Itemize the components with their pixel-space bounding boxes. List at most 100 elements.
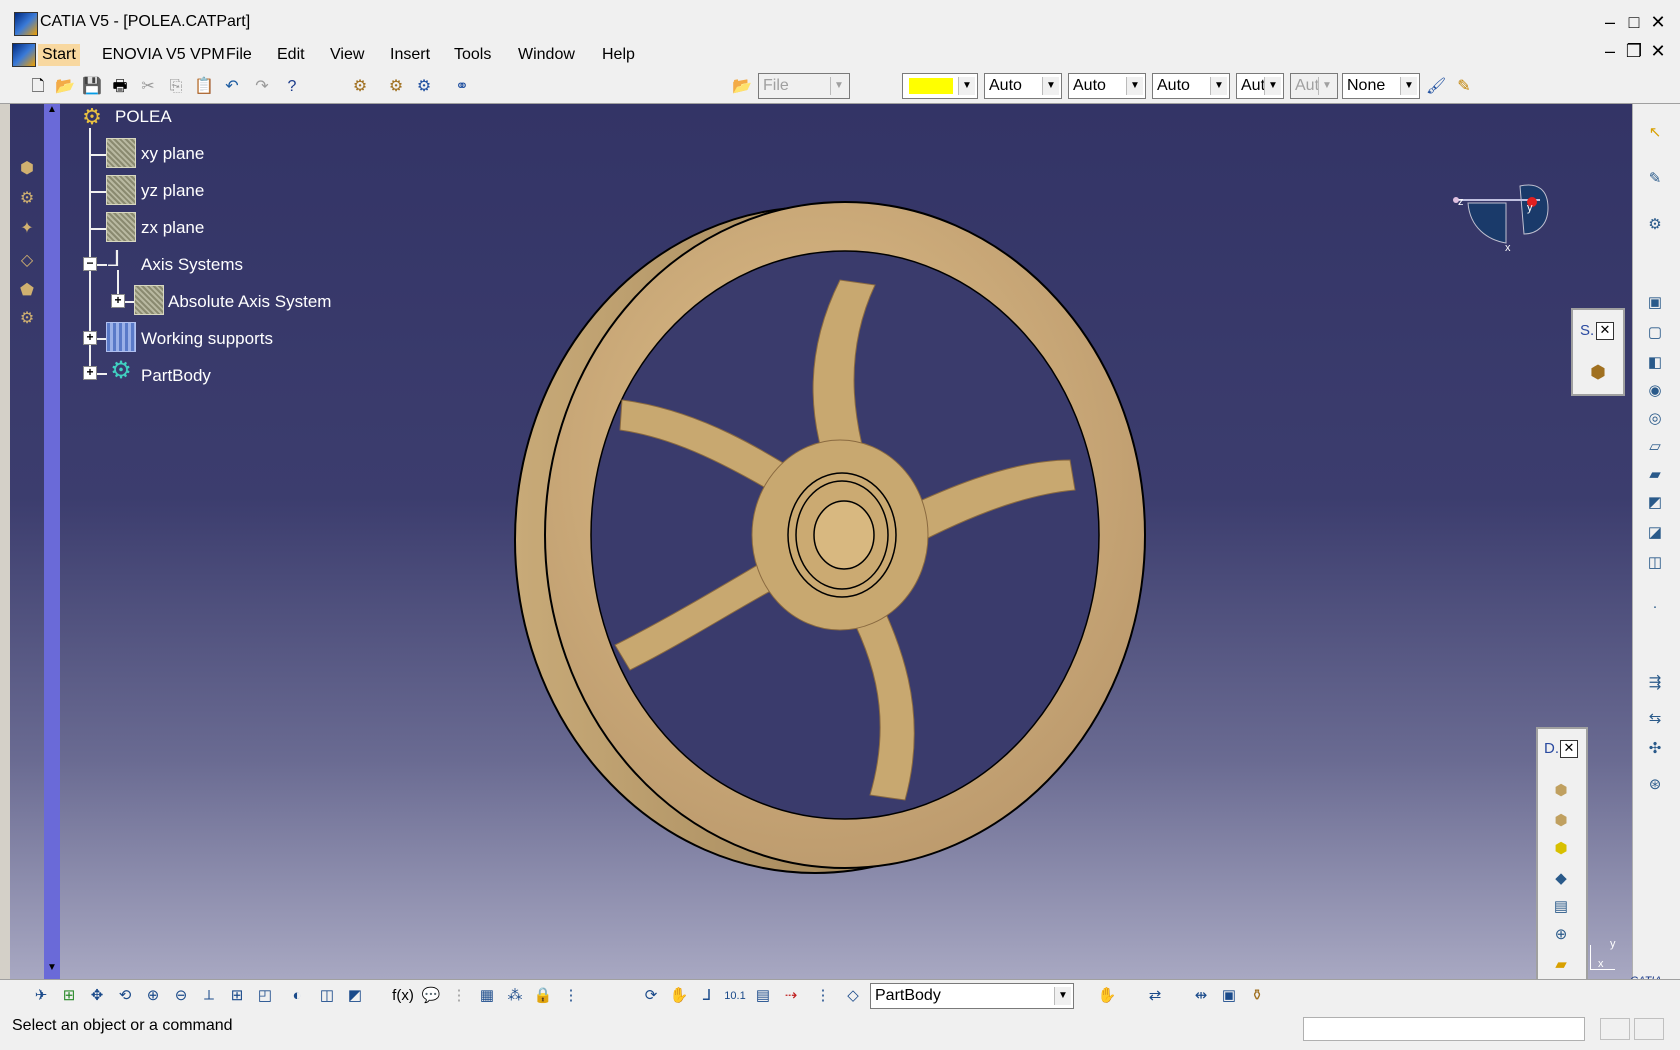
disabled-tool-icon[interactable]: ⋮: [448, 985, 470, 1007]
current-body-combo[interactable]: PartBody ▼: [870, 983, 1074, 1009]
tree-item-zx-plane[interactable]: zx plane: [141, 218, 204, 238]
layer-aut-combo[interactable]: Aut ▼: [1290, 73, 1338, 99]
stiffener-icon[interactable]: ◩: [1644, 492, 1666, 514]
chamfer-icon[interactable]: ⬢: [1550, 810, 1572, 832]
sketch-tool-icon[interactable]: ✎: [1644, 168, 1666, 190]
multi-view-icon[interactable]: ⊞: [226, 985, 248, 1007]
iso-view-icon[interactable]: ◰: [254, 985, 276, 1007]
remove-face-icon[interactable]: ▰: [1550, 954, 1572, 976]
menu-view[interactable]: View: [326, 44, 368, 66]
assembly-icon[interactable]: ⬟: [16, 280, 38, 302]
part-body-icon[interactable]: ⚙: [106, 356, 136, 386]
layer-combo[interactable]: None ▼: [1342, 73, 1420, 99]
hand-icon[interactable]: ✋: [668, 985, 690, 1007]
remove-loft-icon[interactable]: ◫: [1644, 552, 1666, 574]
constraint-icon[interactable]: ⇢: [780, 985, 802, 1007]
transparency-combo[interactable]: Auto ▼: [984, 73, 1062, 99]
pocket-icon[interactable]: ▢: [1644, 322, 1666, 344]
loft-icon[interactable]: ◪: [1644, 522, 1666, 544]
hide-show-icon[interactable]: ◫: [316, 985, 338, 1007]
open-icon[interactable]: 📂: [55, 77, 75, 97]
part-root-icon[interactable]: ⚙: [78, 104, 106, 130]
fit-all-icon[interactable]: ⊞: [58, 985, 80, 1007]
normal-view-icon[interactable]: ⟂: [198, 985, 220, 1007]
color-combo[interactable]: ▼: [902, 73, 978, 99]
scale-icon[interactable]: 10.1: [724, 985, 746, 1007]
zoom-in-icon[interactable]: ⊕: [142, 985, 164, 1007]
apply-material-icon[interactable]: ✋: [1096, 985, 1118, 1007]
sketch-analysis-icon[interactable]: ⇄: [1144, 985, 1166, 1007]
expand-icon[interactable]: +: [111, 294, 125, 308]
link-icon[interactable]: ⚭: [452, 77, 472, 97]
transform-icon[interactable]: ⇶: [1644, 672, 1666, 694]
sketch-palette-tool-icon[interactable]: ⬢: [1586, 362, 1610, 386]
doc-minimize-button[interactable]: –: [1598, 40, 1622, 62]
close-icon[interactable]: ✕: [1596, 322, 1614, 340]
whats-this-icon[interactable]: ?: [282, 77, 302, 97]
thread-icon[interactable]: ⊕: [1550, 924, 1572, 946]
shading-icon[interactable]: ◐: [286, 985, 308, 1007]
menu-start[interactable]: Start: [38, 44, 80, 66]
tree-scrollbar[interactable]: [44, 104, 60, 980]
collapse-icon[interactable]: −: [83, 257, 97, 271]
close-button[interactable]: ✕: [1646, 11, 1670, 33]
shaft-icon[interactable]: ◧: [1644, 352, 1666, 374]
doc-close-button[interactable]: ✕: [1646, 40, 1670, 62]
save-icon[interactable]: 💾: [82, 77, 102, 97]
axis-systems-icon[interactable]: ⅃: [108, 246, 138, 276]
thickness-icon[interactable]: ▤: [1550, 896, 1572, 918]
expand-icon[interactable]: +: [83, 331, 97, 345]
axis-system-icon[interactable]: [134, 285, 164, 315]
undo-icon[interactable]: ↶: [222, 77, 242, 97]
hole-icon[interactable]: ◉: [1644, 380, 1666, 402]
measure-inertia-icon[interactable]: ⚱: [1246, 985, 1268, 1007]
lock-icon[interactable]: 🔒: [532, 985, 554, 1007]
tree-item-axis-systems[interactable]: Axis Systems: [141, 255, 243, 275]
settings-gear-icon[interactable]: ⚙: [1644, 214, 1666, 236]
menu-edit[interactable]: Edit: [273, 44, 309, 66]
minimize-button[interactable]: –: [1598, 11, 1622, 33]
menu-file[interactable]: File: [222, 44, 256, 66]
close-icon[interactable]: ✕: [1560, 740, 1578, 758]
rib-icon[interactable]: ▱: [1644, 436, 1666, 458]
copy-icon[interactable]: ⎘: [166, 77, 186, 97]
scroll-down-icon[interactable]: ▼: [44, 962, 60, 978]
settings-icon[interactable]: ⚙: [16, 188, 38, 210]
slot-icon[interactable]: ▰: [1644, 464, 1666, 486]
design-table-icon[interactable]: ▦: [476, 985, 498, 1007]
comment-icon[interactable]: 💬: [420, 985, 442, 1007]
graphic-properties-icon[interactable]: ✎: [1454, 77, 1474, 97]
select-arrow-icon[interactable]: ↖: [1644, 122, 1666, 144]
menu-window[interactable]: Window: [514, 44, 579, 66]
axis-tool-icon[interactable]: ⅃: [696, 985, 718, 1007]
cut-icon[interactable]: ✂: [138, 77, 158, 97]
maximize-button[interactable]: □: [1622, 11, 1646, 33]
mirror-icon[interactable]: ⇆: [1644, 708, 1666, 730]
menu-enovia[interactable]: ENOVIA V5 VPM: [98, 44, 229, 66]
gears-icon[interactable]: ⚙: [16, 308, 38, 330]
scroll-up-icon[interactable]: ▲: [44, 104, 60, 120]
doc-restore-button[interactable]: ❐: [1622, 40, 1646, 62]
pad-icon[interactable]: ▣: [1644, 292, 1666, 314]
tree-root-label[interactable]: POLEA: [115, 107, 172, 127]
compass-icon[interactable]: [1448, 178, 1553, 258]
plane-icon[interactable]: [106, 212, 136, 242]
part-design-icon[interactable]: ⬢: [16, 158, 38, 180]
new-icon[interactable]: 🗋: [28, 77, 48, 97]
measure-item-icon[interactable]: ▣: [1218, 985, 1240, 1007]
working-supports-icon[interactable]: [106, 322, 136, 352]
draft-icon[interactable]: ⬢: [1550, 838, 1572, 860]
status-button-1[interactable]: [1600, 1018, 1630, 1040]
groove-icon[interactable]: ◎: [1644, 408, 1666, 430]
update-icon[interactable]: ⟳: [640, 985, 662, 1007]
zoom-out-icon[interactable]: ⊖: [170, 985, 192, 1007]
catia-app-icon[interactable]: [14, 12, 38, 36]
menu-insert[interactable]: Insert: [386, 44, 434, 66]
file-combo[interactable]: File ▼: [758, 73, 850, 99]
product-icon[interactable]: ⚙: [386, 77, 406, 97]
catalog-icon[interactable]: ⚙: [350, 77, 370, 97]
rotate-icon[interactable]: ⟲: [114, 985, 136, 1007]
print-icon[interactable]: 🖶: [110, 77, 130, 97]
measure-icon[interactable]: ⊛: [1644, 774, 1666, 796]
work-object-icon[interactable]: ◇: [842, 985, 864, 1007]
